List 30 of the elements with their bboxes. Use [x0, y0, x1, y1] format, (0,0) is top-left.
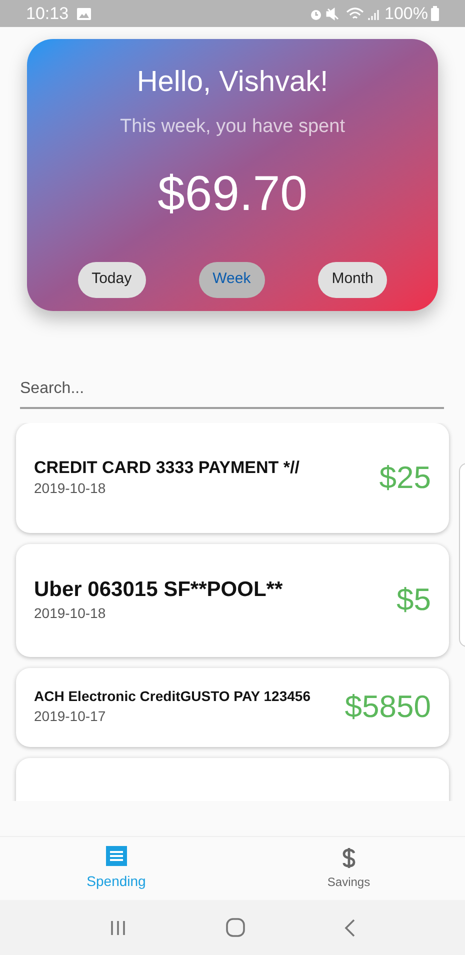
wifi-icon [346, 6, 364, 20]
image-icon [76, 8, 91, 20]
period-button[interactable]: Today [78, 262, 146, 298]
transaction-name: Uber 063015 SF**POOL** [34, 576, 284, 603]
dollar-icon [342, 846, 356, 868]
receipt-icon [106, 845, 127, 867]
nav-tab[interactable]: Savings [232, 837, 465, 900]
greeting-text: Hello, Vishvak! [136, 65, 328, 100]
battery-level: 100% [384, 2, 428, 25]
recent-apps-icon[interactable] [109, 920, 128, 936]
status-time: 10:13 [26, 2, 69, 25]
battery-icon [431, 6, 439, 21]
transaction-name: CREDIT CARD 3333 PAYMENT *// [34, 456, 300, 478]
transaction-amount: $5850 [344, 688, 431, 726]
mute-icon [326, 6, 340, 20]
subtitle-text: This week, you have spent [120, 114, 345, 138]
transaction-date: 2019-10-17 [34, 706, 107, 726]
transaction-card[interactable]: CREDIT CARD 3333 PAYMENT *// 2019-10-18 $25 [16, 423, 449, 533]
period-button[interactable]: Month [318, 262, 388, 298]
transaction-amount: $5 [396, 581, 431, 620]
transaction-card[interactable]: ACH Electronic CreditGUSTO PAY 123456 2019-10-17 $5850 [16, 668, 449, 747]
transaction-date: 2019-10-18 [34, 604, 107, 624]
total-amount: $69.70 [158, 166, 308, 223]
transaction-amount: $25 [379, 458, 431, 497]
back-icon[interactable] [344, 918, 356, 936]
transaction-card[interactable]: Uber 063015 SF**POOL** 2019-10-18 $5 [16, 544, 449, 657]
transaction-name: ACH Electronic CreditGUSTO PAY 123456 [34, 688, 312, 706]
search-field[interactable]: Search... [20, 371, 444, 409]
transaction-date: 2019-10-18 [34, 479, 107, 498]
home-icon[interactable] [226, 918, 245, 937]
